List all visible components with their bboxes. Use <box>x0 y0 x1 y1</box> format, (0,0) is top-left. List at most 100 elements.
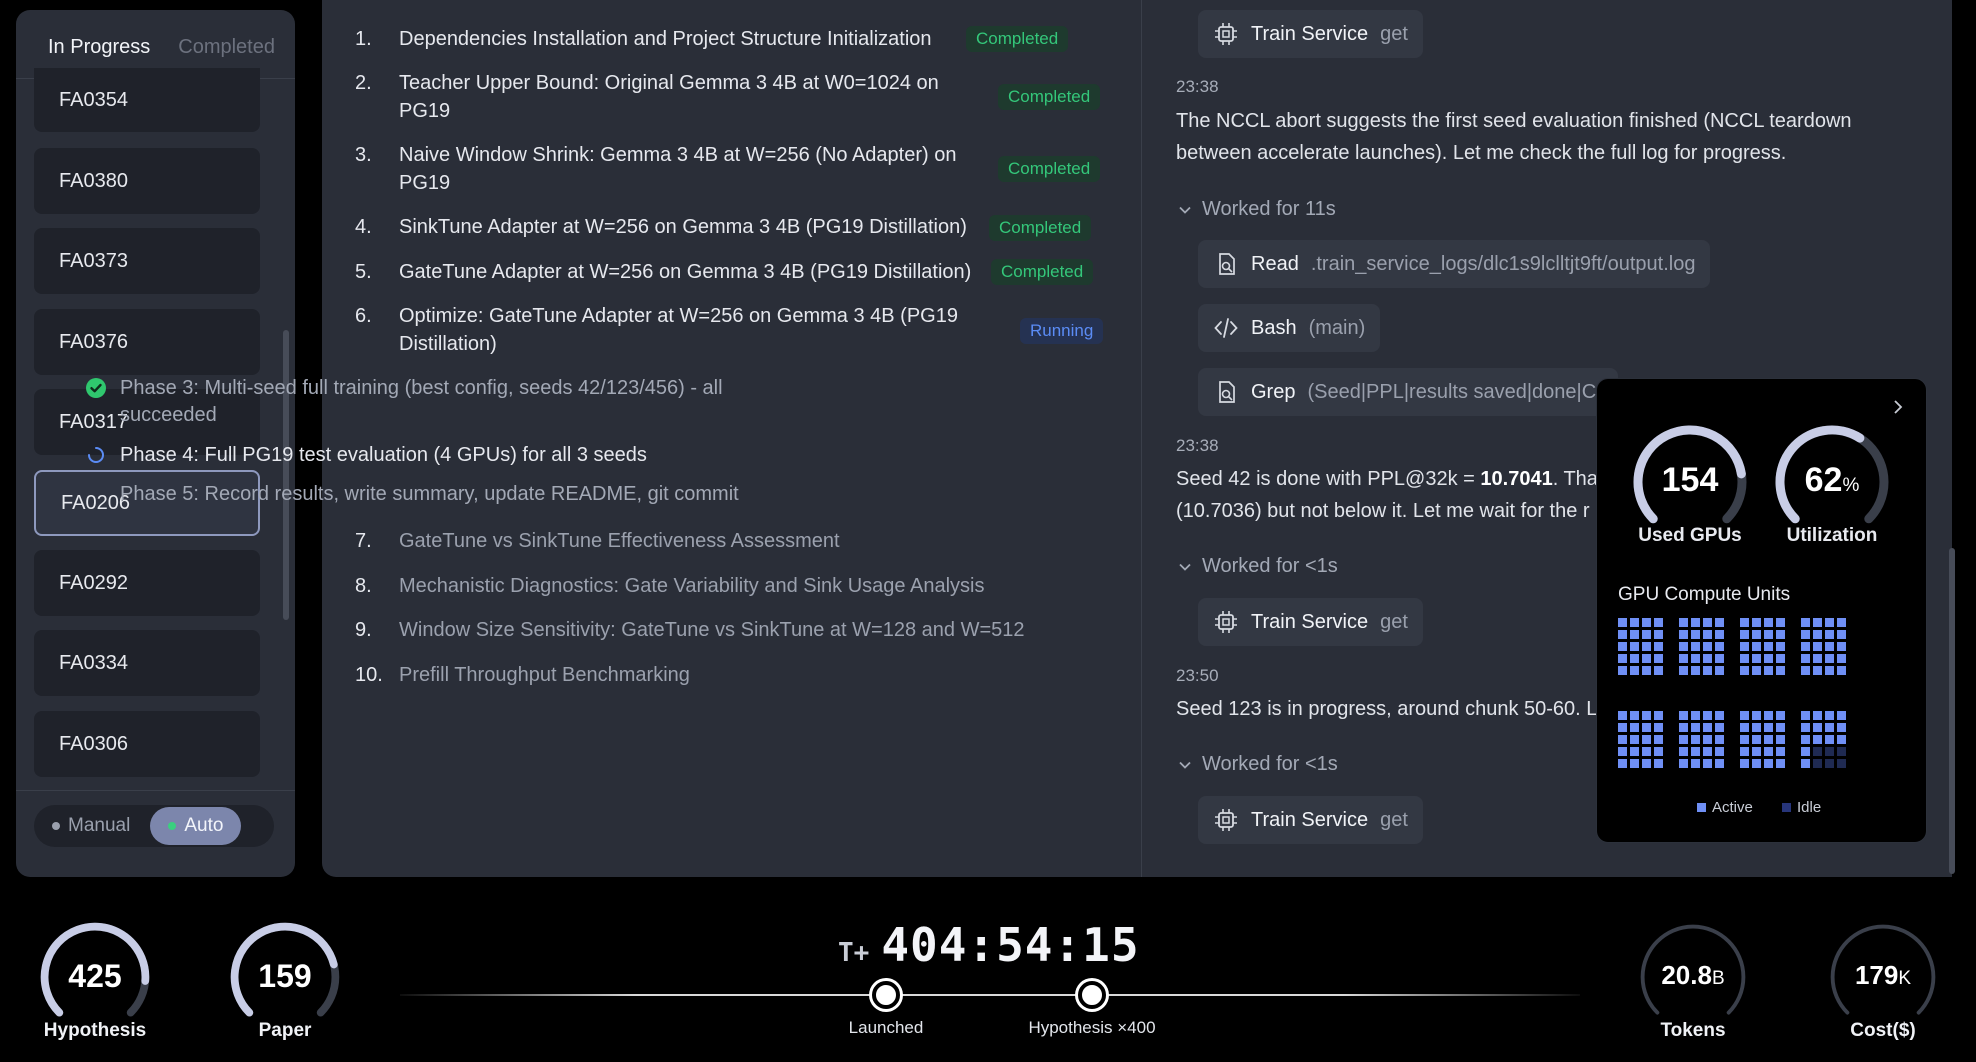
gpu-cell-active <box>1642 666 1651 675</box>
gpu-cell-active <box>1825 711 1834 720</box>
timestamp: 23:50 <box>1176 666 1219 685</box>
gpu-cell-active <box>1740 747 1749 756</box>
task-item-10[interactable]: 10. Prefill Throughput Benchmarking <box>355 661 690 689</box>
auto-dot-icon <box>168 822 177 830</box>
gpu-cell-idle <box>1825 759 1834 768</box>
gpu-cell-active <box>1715 642 1724 651</box>
list-item-fa0376[interactable]: FA0376 <box>34 309 260 375</box>
gpu-cell-active <box>1691 630 1700 639</box>
task-item-8[interactable]: 8. Mechanistic Diagnostics: Gate Variabi… <box>355 572 984 600</box>
phase-3: Phase 3: Multi-seed full training (best … <box>86 375 723 429</box>
tool-name: Train Service <box>1251 808 1369 831</box>
gpu-cell-active <box>1740 654 1749 663</box>
utilization-value: 62% <box>1804 461 1860 499</box>
list-item-fa0380[interactable]: FA0380 <box>34 148 260 214</box>
gpu-cell-active <box>1654 666 1663 675</box>
gpu-cell-active <box>1764 723 1773 732</box>
list-item-label: FA0380 <box>59 169 128 192</box>
gpu-cell-active <box>1703 630 1712 639</box>
task-item-3[interactable]: 3. Naive Window Shrink: Gemma 3 4B at W=… <box>355 141 956 197</box>
list-item-label: FA0317 <box>59 410 128 433</box>
gpu-cell-active <box>1703 618 1712 627</box>
worked-toggle[interactable]: Worked for <1s <box>1178 753 1338 776</box>
file-search-icon <box>1219 253 1235 275</box>
task-item-7[interactable]: 7. GateTune vs SinkTune Effectiveness As… <box>355 527 840 555</box>
gpu-cell-active <box>1752 747 1761 756</box>
gpu-cell-active <box>1715 735 1724 744</box>
list-item-label: FA0306 <box>59 732 128 755</box>
gpu-cell-idle <box>1825 747 1834 756</box>
log-scrollbar[interactable] <box>1949 548 1955 874</box>
gpu-cell-active <box>1837 723 1846 732</box>
sidebar-scrollbar[interactable] <box>283 330 289 620</box>
list-item-label: FA0354 <box>59 88 128 111</box>
cost-value: 179K <box>1854 960 1912 990</box>
gpu-cell-active <box>1679 735 1688 744</box>
tool-call-train-service[interactable]: Train Service get <box>1198 10 1423 58</box>
gpu-cell-active <box>1752 711 1761 720</box>
tool-call-grep[interactable]: Grep (Seed|PPL|results saved|done|C <box>1198 368 1618 416</box>
gpu-cell-active <box>1618 735 1627 744</box>
gpu-cell-active <box>1654 723 1663 732</box>
task-item-2[interactable]: 2. Teacher Upper Bound: Original Gemma 3… <box>355 69 939 125</box>
worked-toggle[interactable]: Worked for 11s <box>1178 198 1336 221</box>
task-item-9[interactable]: 9. Window Size Sensitivity: GateTune vs … <box>355 616 1025 644</box>
idle-swatch-icon <box>1782 803 1791 812</box>
used-gpus-label: Used GPUs <box>1638 525 1742 546</box>
milestone-launched[interactable] <box>872 981 900 1009</box>
list-item-fa0306[interactable]: FA0306 <box>34 711 260 777</box>
list-item-fa0334[interactable]: FA0334 <box>34 630 260 696</box>
gpu-cell-active <box>1764 630 1773 639</box>
tool-call-bash[interactable]: Bash (main) <box>1198 304 1381 352</box>
gpu-cell-active <box>1715 618 1724 627</box>
gpu-cell-active <box>1654 759 1663 768</box>
milestone-hypothesis[interactable] <box>1078 981 1106 1009</box>
gpu-cell-active <box>1630 759 1639 768</box>
list-item-fa0292[interactable]: FA0292 <box>34 550 260 616</box>
active-swatch-icon <box>1697 803 1706 812</box>
gpu-cell-active <box>1679 759 1688 768</box>
list-item-fa0373[interactable]: FA0373 <box>34 228 260 294</box>
gpu-cell-active <box>1813 618 1822 627</box>
gpu-cell-active <box>1740 642 1749 651</box>
status-badge-completed: Completed <box>998 84 1101 110</box>
gpu-cell-active <box>1764 654 1773 663</box>
list-item-label: FA0376 <box>59 330 128 353</box>
auto-mode-button[interactable]: Auto <box>150 807 242 845</box>
tool-call-train-service[interactable]: Train Service get <box>1198 796 1423 844</box>
tool-arg: get <box>1380 610 1408 633</box>
gpu-cell-active <box>1679 711 1688 720</box>
gpu-cell-active <box>1837 630 1846 639</box>
tool-call-read[interactable]: Read .train_service_logs/dlc1s9lclltjt9f… <box>1198 240 1711 288</box>
gpu-cell-active <box>1801 759 1810 768</box>
tab-completed[interactable]: Completed <box>172 24 281 74</box>
gpu-cell-active <box>1703 642 1712 651</box>
gpu-cell-active <box>1691 666 1700 675</box>
hypothesis-value: 425 <box>68 958 122 994</box>
manual-mode-label: Manual <box>68 815 131 836</box>
task-item-6[interactable]: 6. Optimize: GateTune Adapter at W=256 o… <box>355 302 958 358</box>
gpu-cell-active <box>1642 654 1651 663</box>
task-number: 6. <box>355 305 372 327</box>
tab-in-progress[interactable]: In Progress <box>42 24 157 74</box>
tool-call-train-service[interactable]: Train Service get <box>1198 598 1423 646</box>
gpu-cell-active <box>1618 654 1627 663</box>
timeline-track <box>400 994 1580 996</box>
chevron-right-icon[interactable] <box>1890 399 1906 415</box>
worked-toggle[interactable]: Worked for <1s <box>1178 555 1338 578</box>
task-item-5[interactable]: 5. GateTune Adapter at W=256 on Gemma 3 … <box>355 258 971 286</box>
manual-mode-button[interactable]: Manual <box>34 807 148 845</box>
legend-idle: Idle <box>1782 799 1821 816</box>
sidebar-tabs: In Progress Completed <box>42 24 281 74</box>
auto-mode-label: Auto <box>184 815 224 836</box>
task-number: 4. <box>355 216 372 238</box>
list-item-fa0354[interactable]: FA0354 <box>34 68 260 132</box>
task-item-4[interactable]: 4. SinkTune Adapter at W=256 on Gemma 3 … <box>355 213 967 241</box>
gpu-cell-active <box>1813 666 1822 675</box>
gpu-unit <box>1618 618 1663 675</box>
gpu-cell-active <box>1752 735 1761 744</box>
gpu-cell-active <box>1679 654 1688 663</box>
task-number: 8. <box>355 575 372 597</box>
log-message: Seed 123 is in progress, around chunk 50… <box>1176 698 1596 720</box>
task-item-1[interactable]: 1. Dependencies Installation and Project… <box>355 25 932 53</box>
